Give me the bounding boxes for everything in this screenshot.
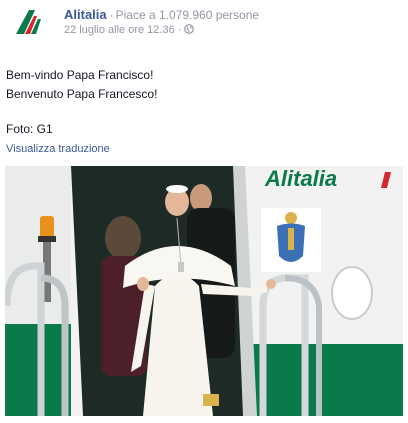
beacon-light — [40, 216, 54, 238]
aircraft-logo-text: Alitalia — [264, 166, 337, 191]
alitalia-logo-icon — [16, 10, 41, 34]
post-photo[interactable]: Alitalia — [5, 166, 403, 416]
post-header: Alitalia · Piace a 1.079.960 persone 22 lu… — [7, 4, 405, 40]
page-avatar[interactable] — [7, 4, 47, 40]
post-timestamp[interactable]: 22 luglio alle ore 12.36 — [64, 24, 175, 36]
message-line: Benvenuto Papa Francesco! — [6, 86, 158, 101]
page-name-link[interactable]: Alitalia — [64, 7, 107, 22]
message-line: Bem-vindo Papa Francisco! — [6, 68, 154, 82]
separator: · — [109, 8, 114, 22]
globe-icon[interactable] — [184, 24, 195, 34]
post-header-meta: Alitalia · Piace a 1.079.960 persone — [64, 6, 259, 24]
post-message: Bem-vindo Papa Francisco! Benvenuto Papa… — [6, 66, 157, 103]
see-translation-link[interactable]: Visualizza traduzione — [6, 143, 110, 155]
post-subline: 22 luglio alle ore 12.36 · — [64, 24, 195, 36]
photo-credit: Foto: G1 — [6, 122, 53, 136]
separator: · — [177, 24, 182, 36]
page-likes-count: Piace a 1.079.960 persone — [115, 8, 260, 22]
facebook-post: Alitalia · Piace a 1.079.960 persone 22 lu… — [0, 0, 408, 423]
